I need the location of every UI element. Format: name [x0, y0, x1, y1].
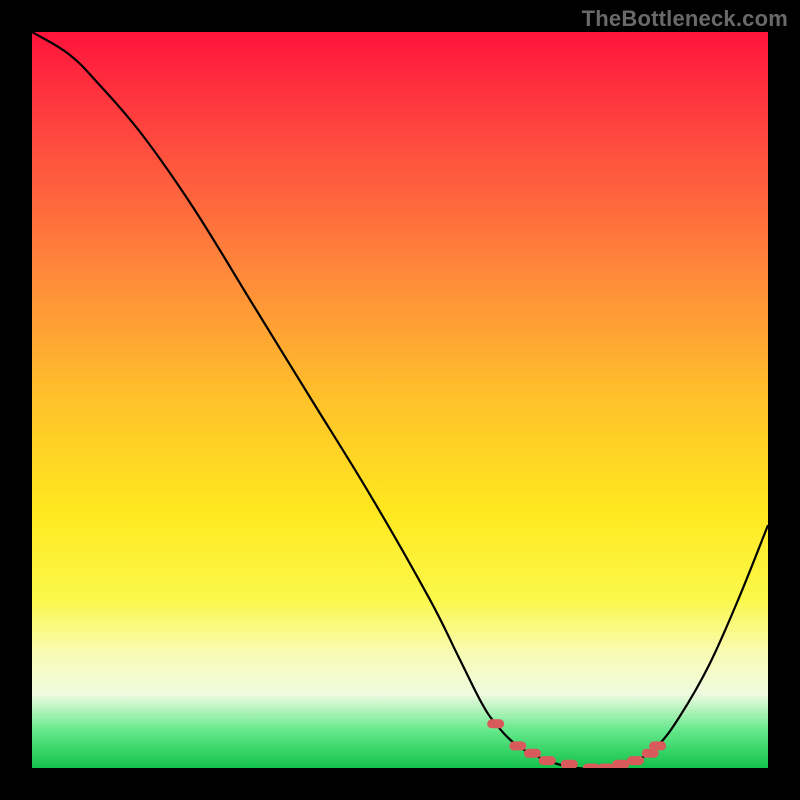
optimal-range-dots [492, 724, 662, 768]
plot-area [32, 32, 768, 768]
chart-svg [32, 32, 768, 768]
chart-container: TheBottleneck.com [0, 0, 800, 800]
watermark: TheBottleneck.com [582, 6, 788, 32]
bottleneck-curve [32, 32, 768, 768]
